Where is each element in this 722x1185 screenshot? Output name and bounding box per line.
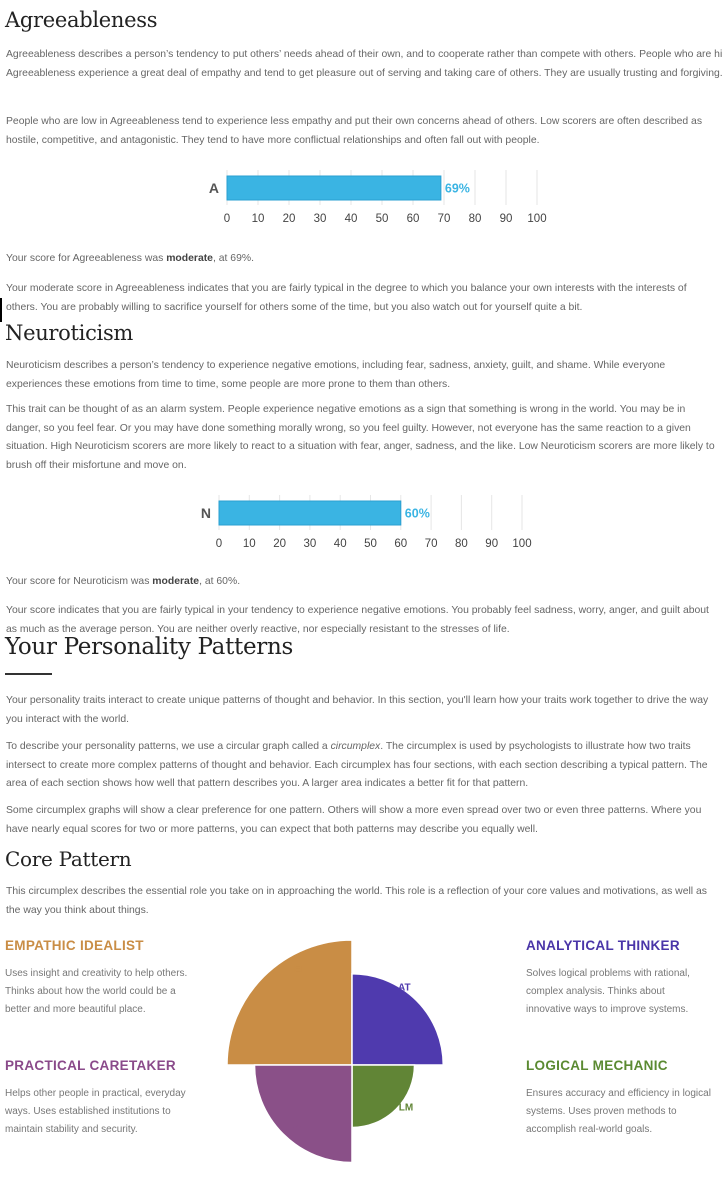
agreeableness-interpretation: Your moderate score in Agreeableness ind…: [6, 283, 687, 313]
x-tick-label: 40: [345, 213, 358, 225]
neuroticism-description: Neuroticism describes a person’s tendenc…: [6, 360, 666, 390]
data-label: 69%: [445, 182, 470, 196]
quadrant-practical-caretaker: PRACTICAL CARETAKER Helps other people i…: [5, 1057, 190, 1140]
patterns-spread-description: Some circumplex graphs will show a clear…: [6, 805, 702, 835]
circumplex-term: circumplex: [330, 741, 381, 752]
score-bar: [218, 500, 402, 526]
category-label: N: [201, 505, 211, 521]
quadrant-empathic-idealist: EMPATHIC IDEALIST Uses insight and creat…: [5, 937, 190, 1020]
agreeableness-score: Your score for Agreeableness was moderat…: [6, 250, 718, 269]
x-tick-label: 100: [527, 213, 546, 225]
x-tick-label: 90: [500, 213, 513, 225]
x-tick-label: 80: [455, 538, 468, 550]
x-tick-label: 30: [304, 538, 317, 550]
quadrant-title: PRACTICAL CARETAKER: [5, 1058, 176, 1073]
patterns-circumplex-description: To describe your personality patterns, w…: [6, 738, 718, 794]
quadrant-description: Uses insight and creativity to help othe…: [5, 968, 188, 1016]
patterns-intro: Your personality traits interact to crea…: [6, 695, 709, 725]
quadrant-description: Solves logical problems with rational, c…: [526, 968, 690, 1016]
x-tick-label: 10: [252, 213, 265, 225]
score-level: moderate: [152, 576, 200, 587]
neuroticism-bar-chart: 0 10 20 30 40 50 60 70 80 90 100 60% N: [201, 495, 532, 550]
quadrant-title: ANALYTICAL THINKER: [526, 938, 680, 953]
x-tick-label: 0: [224, 213, 230, 225]
data-label: 60%: [405, 507, 430, 521]
sector-label: PC: [289, 1124, 303, 1135]
x-tick-label: 50: [376, 213, 389, 225]
score-prefix: Your score for Neuroticism was: [6, 576, 153, 587]
core-pattern-circumplex: EI AT LM PC: [226, 939, 445, 1164]
circumplex-sector-lm: [351, 1064, 416, 1129]
quadrant-logical-mechanic: LOGICAL MECHANIC Ensures accuracy and ef…: [526, 1057, 711, 1140]
patterns-title: Your Personality Patterns: [5, 634, 293, 660]
x-tick-label: 0: [216, 538, 222, 550]
x-tick-label: 60: [407, 213, 420, 225]
quadrant-description: Ensures accuracy and efficiency in logic…: [526, 1088, 711, 1136]
sector-label: AT: [398, 982, 411, 993]
text: To describe your personality patterns, w…: [6, 741, 331, 752]
agreeableness-description: Agreeableness describes a person’s tende…: [6, 49, 722, 79]
score-bar: [226, 175, 442, 201]
category-label: A: [209, 180, 219, 196]
x-tick-label: 90: [485, 538, 498, 550]
score-prefix: Your score for Agreeableness was: [6, 253, 167, 264]
x-tick-label: 80: [469, 213, 482, 225]
title-divider: [5, 673, 52, 675]
x-tick-label: 20: [273, 538, 286, 550]
quadrant-title: EMPATHIC IDEALIST: [5, 938, 144, 953]
quadrant-description: Helps other people in practical, everyda…: [5, 1088, 186, 1136]
x-tick-label: 70: [425, 538, 438, 550]
neuroticism-title: Neuroticism: [5, 321, 134, 345]
x-tick-label: 40: [334, 538, 347, 550]
score-suffix: , at 60%.: [199, 576, 241, 587]
core-pattern-description: This circumplex describes the essential …: [6, 886, 707, 916]
circumplex-sector-pc: [253, 1064, 353, 1164]
core-pattern-title: Core Pattern: [5, 847, 132, 871]
agreeableness-title: Agreeableness: [5, 8, 158, 32]
agreeableness-bar-chart: 0 10 20 30 40 50 60 70 80 90 100 69% A: [209, 170, 547, 225]
quadrant-analytical-thinker: ANALYTICAL THINKER Solves logical proble…: [526, 937, 711, 1020]
quadrant-title: LOGICAL MECHANIC: [526, 1058, 668, 1073]
x-tick-label: 20: [283, 213, 296, 225]
neuroticism-score: Your score for Neuroticism was moderate,…: [6, 573, 718, 592]
score-level: moderate: [166, 253, 213, 264]
x-tick-label: 30: [314, 213, 327, 225]
x-tick-label: 70: [438, 213, 451, 225]
x-tick-label: 60: [394, 538, 407, 550]
score-suffix: , at 69%.: [212, 253, 254, 264]
x-tick-label: 100: [512, 538, 531, 550]
neuroticism-alarm-description: This trait can be thought of as an alarm…: [6, 404, 715, 471]
x-tick-label: 50: [364, 538, 377, 550]
agreeableness-low-description: People who are low in Agreeableness tend…: [6, 116, 703, 146]
circumplex-sector-ei: [226, 939, 353, 1066]
sector-label: EI: [294, 964, 304, 975]
x-tick-label: 10: [243, 538, 256, 550]
text-cursor: [0, 298, 2, 322]
sector-label: LM: [399, 1102, 413, 1113]
